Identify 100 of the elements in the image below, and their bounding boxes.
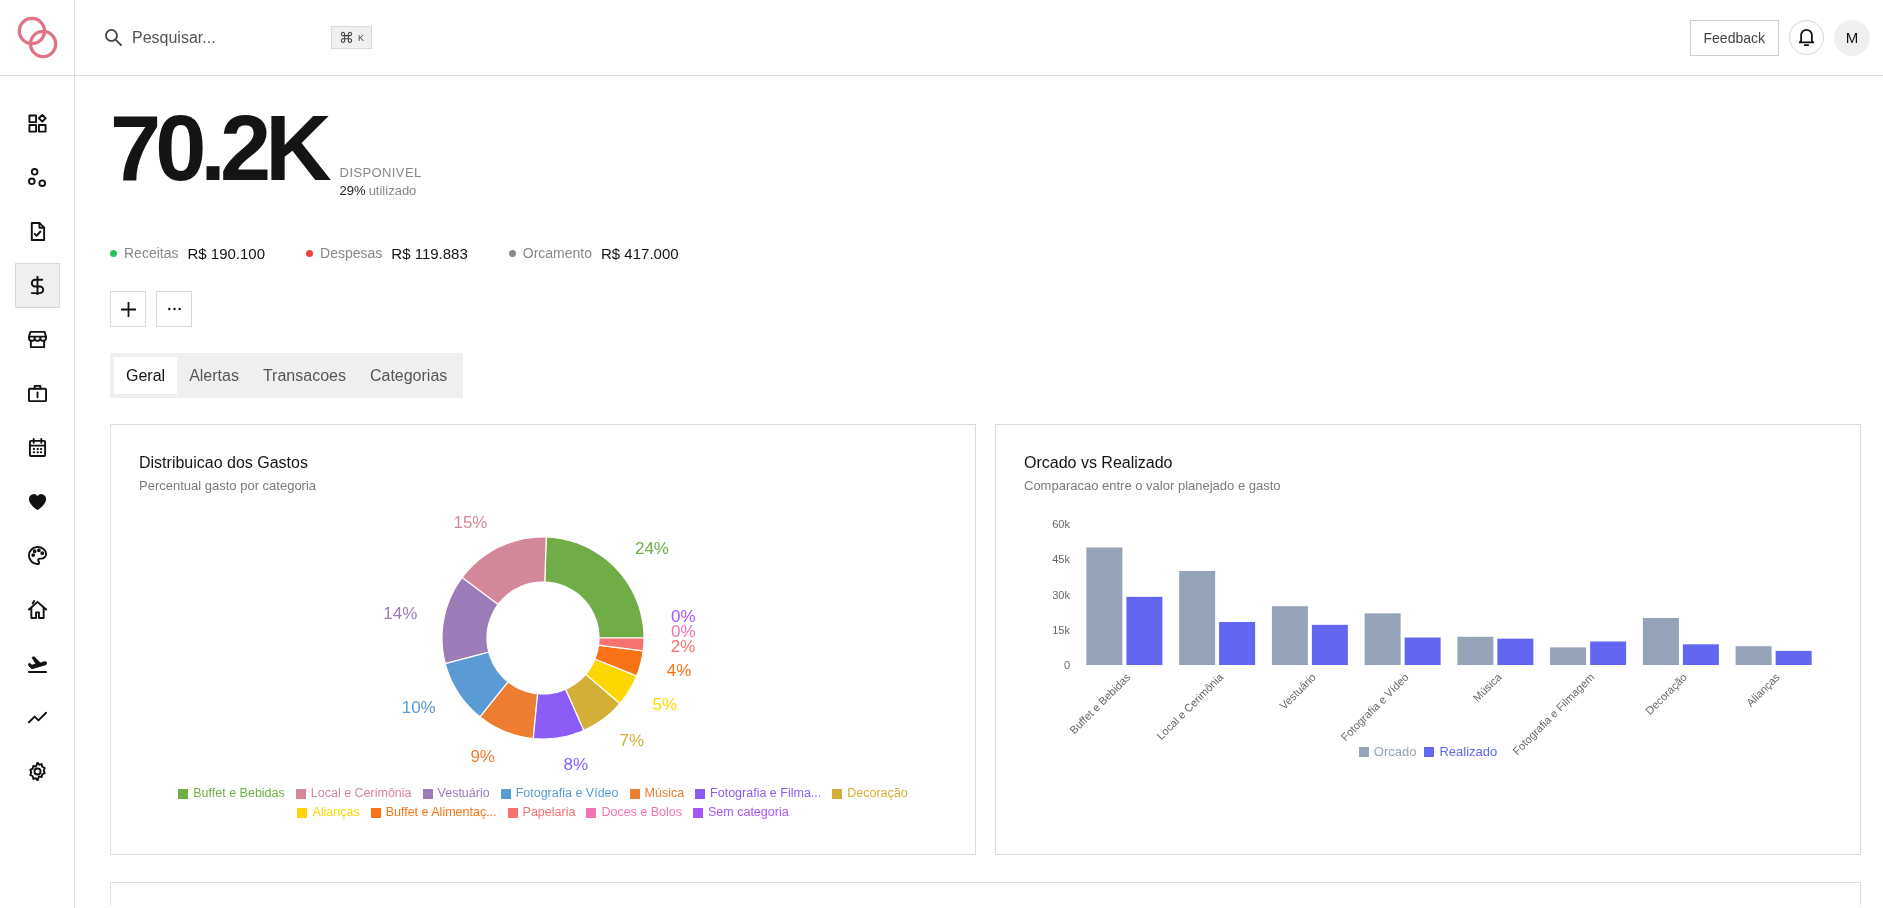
used-label: utilizado [368, 182, 417, 200]
axis-tick-label: 45k [1052, 553, 1070, 566]
axis-tick-label: 0 [1063, 659, 1070, 671]
card-subtitle: Comparacao entre o valor planejado e gasto [1023, 477, 1282, 495]
chart-bar [1457, 636, 1494, 665]
chart-bar [1590, 641, 1627, 665]
tab[interactable]: Categorias [357, 357, 460, 394]
swatch-icon [832, 788, 843, 799]
card-title: Orcado vs Realizado [1023, 453, 1174, 473]
legend-label: Alianças [312, 804, 360, 821]
swatch-icon [297, 807, 308, 818]
swatch-icon [178, 788, 189, 799]
percent-label: 24% [634, 539, 669, 559]
chart-bar [1775, 650, 1812, 665]
heart-icon [27, 492, 47, 511]
swatch-icon [295, 788, 306, 799]
tab[interactable]: Transacoes [250, 357, 358, 394]
search-field[interactable]: Pesquisar... [132, 28, 331, 47]
plus-icon [120, 301, 136, 317]
calendar-icon [27, 438, 47, 457]
add-button[interactable] [110, 291, 146, 327]
legend-label: Música [644, 785, 685, 802]
chart-bar [1550, 647, 1587, 665]
ellipsis-icon [167, 307, 181, 311]
chart-bar [1682, 644, 1719, 665]
card-subtitle: Percentual gasto por categoria [138, 477, 318, 495]
legend-label: Realizado [1439, 743, 1498, 760]
swatch-icon [507, 807, 518, 818]
axis-tick-label: 15k [1052, 623, 1070, 636]
stat-label: Receitas [124, 245, 179, 261]
swatch-icon [1424, 746, 1435, 757]
legend-label: Fotografia e Filma... [710, 785, 822, 802]
circles-icon [27, 168, 47, 187]
percent-label: 5% [652, 694, 678, 714]
card-title: Distribuicao dos Gastos [138, 453, 309, 473]
stat-value: R$ 190.100 [187, 244, 266, 262]
chart-bar [1497, 638, 1534, 665]
stat-value: R$ 119.883 [391, 244, 468, 262]
feedback-button[interactable]: Feedback [1689, 19, 1779, 56]
nav-button[interactable] [14, 263, 60, 308]
settings-icon [27, 762, 47, 781]
swatch-icon [1358, 746, 1369, 757]
axis-tick-label: 60k [1052, 518, 1070, 530]
donut-slice [585, 658, 638, 705]
bell-icon [1798, 29, 1815, 46]
donut-slice [532, 688, 585, 740]
chart-bar [1271, 606, 1308, 665]
swatch-icon [629, 788, 640, 799]
legend-label: Local e Cerimônia [310, 785, 412, 802]
swatch-icon [695, 788, 706, 799]
tab[interactable]: Geral [114, 357, 178, 394]
used-percent: 29% [339, 182, 366, 200]
percent-label: 9% [470, 747, 495, 767]
user-avatar[interactable]: M [1834, 19, 1870, 56]
tab[interactable]: Alertas [177, 357, 251, 394]
swatch-icon [422, 788, 433, 799]
axis-tick-label: 30k [1052, 588, 1070, 601]
swatch-icon [693, 807, 703, 818]
chart-bar [1126, 596, 1163, 665]
donut-slice [444, 651, 509, 718]
percent-label: 4% [666, 660, 692, 680]
stat-label: Despesas [320, 245, 383, 261]
store-icon [27, 330, 47, 349]
legend-label: Buffet e Bebidas [193, 785, 285, 802]
balance-amount: 70.2K [110, 102, 326, 194]
shortcut-key: ⌘$^{K}$ [331, 26, 372, 49]
legend-label: Fotografia e Vídeo [515, 785, 619, 802]
chart-bar [1311, 624, 1348, 665]
stat-label: Orcamento [522, 245, 592, 261]
legend-label: Sem categoria [708, 804, 789, 821]
legend-label: Doces e Bolos [601, 804, 682, 821]
chart-bar [1404, 637, 1441, 665]
notifications-button[interactable] [1789, 20, 1824, 55]
rings-logo-icon[interactable] [16, 16, 58, 59]
chart-bar [1735, 646, 1772, 665]
palette-icon [27, 546, 47, 565]
percent-label: 7% [619, 731, 645, 751]
percent-label: 10% [401, 698, 436, 718]
chart-bar [1642, 618, 1679, 665]
legend-label: Vestuário [437, 785, 490, 802]
legend-label: Decoração [847, 785, 908, 802]
swatch-icon [500, 788, 511, 799]
shapes-grid-icon [27, 114, 47, 133]
percent-label: 8% [563, 754, 588, 774]
percent-label: 14% [383, 604, 418, 624]
chart-bar [1364, 613, 1401, 665]
legend-label: Orcado [1373, 743, 1417, 760]
legend-label: Buffet e Alimentaç... [385, 804, 497, 821]
donut-slice [479, 681, 539, 740]
balance-label: DISPONIVEL [339, 164, 422, 182]
swatch-icon [370, 807, 381, 818]
search-icon [105, 29, 122, 46]
airplane-icon [27, 654, 47, 673]
briefcase-icon [27, 384, 47, 403]
house-icon [27, 600, 47, 619]
chart-bar [1219, 622, 1256, 665]
legend-label: Papelaria [522, 804, 576, 821]
percent-label: 15% [453, 513, 488, 533]
stat-value: R$ 417.000 [601, 244, 679, 262]
swatch-icon [586, 807, 597, 818]
